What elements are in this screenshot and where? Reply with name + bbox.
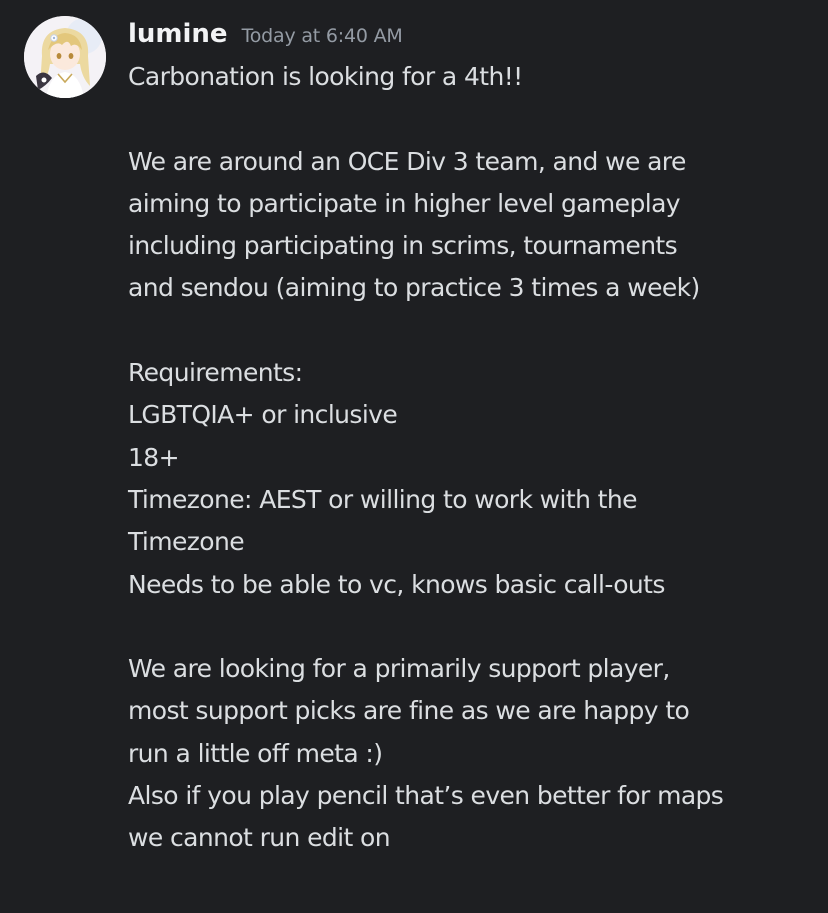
- message-content: Carbonation is looking for a 4th!! We ar…: [128, 56, 818, 860]
- chat-message: lumine Today at 6:40 AM Carbonation is lo…: [0, 0, 828, 913]
- message-line: including participating in scrims, tourn…: [128, 231, 678, 261]
- message-header: lumine Today at 6:40 AM: [128, 14, 812, 54]
- message-line: Timezone: [128, 527, 245, 557]
- message-line: we cannot run edit on: [128, 823, 391, 853]
- message-line: run a little off meta :): [128, 738, 383, 768]
- message-line: and sendou (aiming to practice 3 times a…: [128, 273, 700, 303]
- message-line: aiming to participate in higher level ga…: [128, 188, 681, 218]
- message-line: LGBTQIA+ or inclusive: [128, 400, 398, 430]
- message-line: 18+: [128, 442, 180, 472]
- message-line: Timezone: AEST or willing to work with t…: [128, 484, 638, 514]
- message-line: Needs to be able to vc, knows basic call…: [128, 569, 665, 599]
- user-avatar[interactable]: [24, 16, 106, 98]
- message-line: Also if you play pencil that’s even bett…: [128, 781, 724, 811]
- message-line: Requirements:: [128, 358, 303, 388]
- message-timestamp[interactable]: Today at 6:40 AM: [242, 16, 403, 56]
- avatar-image-icon: [24, 16, 106, 98]
- message-line: We are looking for a primarily support p…: [128, 654, 670, 684]
- message-line: We are around an OCE Div 3 team, and we …: [128, 146, 686, 176]
- message-line: Carbonation is looking for a 4th!!: [128, 62, 523, 91]
- username[interactable]: lumine: [128, 14, 228, 54]
- message-line: most support picks are fine as we are ha…: [128, 696, 690, 726]
